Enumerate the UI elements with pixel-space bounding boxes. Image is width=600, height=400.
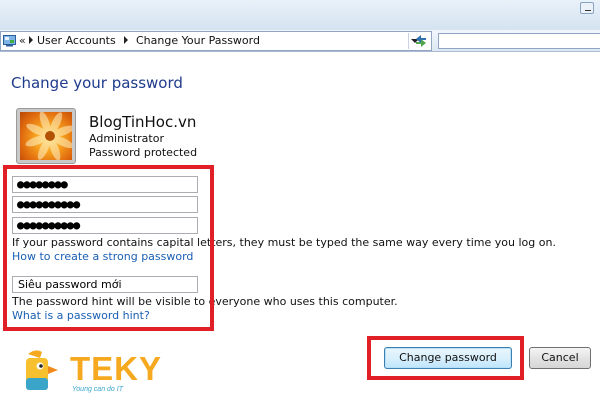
- minimize-icon: [585, 10, 591, 11]
- search-input[interactable]: [438, 33, 600, 49]
- breadcrumb[interactable]: « User Accounts Change Your Password: [0, 31, 432, 51]
- account-name: BlogTinHoc.vn: [89, 113, 197, 131]
- breadcrumb-change-your-password[interactable]: Change Your Password: [136, 34, 260, 47]
- cancel-button[interactable]: Cancel: [529, 347, 591, 369]
- fields-highlight-frame: [3, 165, 214, 331]
- breadcrumb-overflow-icon[interactable]: «: [19, 34, 26, 47]
- account-status: Password protected: [89, 146, 198, 159]
- breadcrumb-separator-icon[interactable]: [124, 36, 128, 44]
- page-title: Change your password: [11, 74, 183, 92]
- change-password-button[interactable]: Change password: [384, 347, 512, 369]
- control-panel-icon: [3, 35, 16, 47]
- refresh-icon[interactable]: [412, 33, 430, 49]
- breadcrumb-separator-icon[interactable]: [29, 36, 33, 44]
- address-bar: « User Accounts Change Your Password: [0, 30, 600, 52]
- teky-bird-logo-icon: [26, 350, 58, 390]
- window-caption-strip: [0, 0, 600, 30]
- account-type: Administrator: [89, 132, 164, 145]
- breadcrumb-user-accounts[interactable]: User Accounts: [37, 34, 116, 47]
- avatar: [16, 108, 76, 164]
- teky-wordmark: TEKY: [70, 350, 163, 387]
- caption-button[interactable]: [580, 2, 594, 14]
- teky-tagline: Young can do IT: [72, 386, 123, 393]
- flower-icon: [20, 112, 72, 160]
